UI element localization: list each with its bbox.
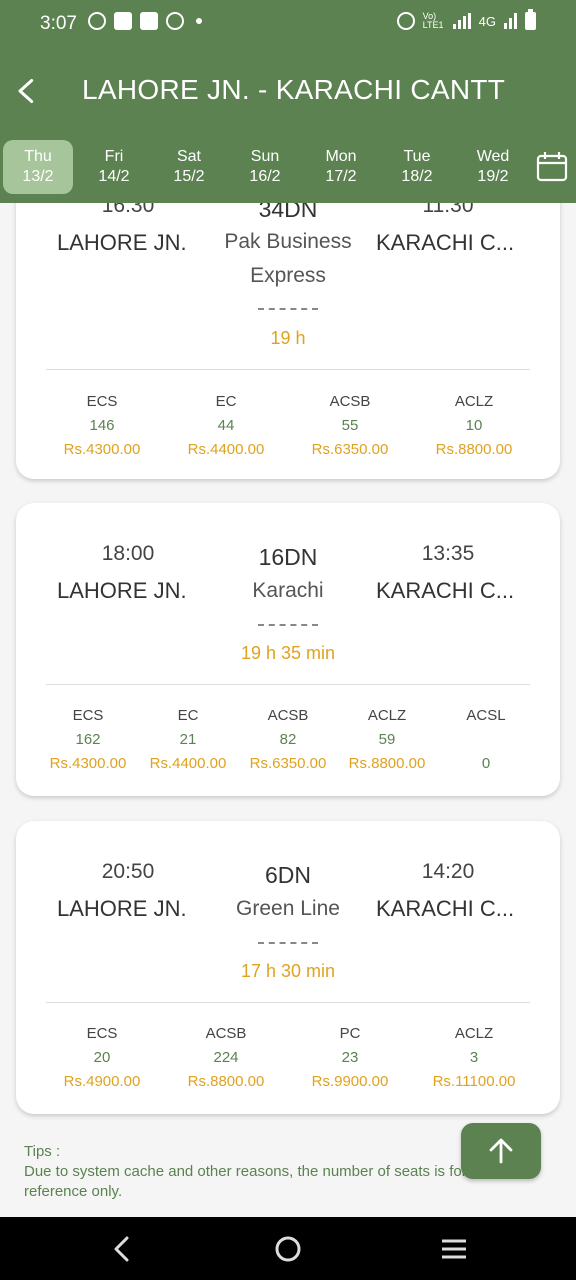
timer-icon [166, 12, 184, 30]
card-divider [46, 1002, 530, 1003]
nav-recents-icon[interactable] [436, 1231, 472, 1267]
from-station: LAHORE JN. [57, 578, 187, 603]
calendar-icon[interactable] [535, 150, 569, 184]
duration: 17 h 30 min [240, 961, 336, 981]
nav-home-icon[interactable] [270, 1231, 306, 1267]
fare-class[interactable]: ECS 146 Rs.4300.00 [47, 390, 157, 462]
day-tab-thu[interactable]: Thu 13/2 [3, 140, 73, 194]
card-divider [46, 369, 530, 370]
day-tab-sat[interactable]: Sat 15/2 [154, 140, 224, 194]
scroll-to-top-button[interactable] [461, 1123, 541, 1179]
signal-2-icon [504, 13, 517, 29]
alarm-icon [396, 12, 415, 30]
volte-label: Vo) LTE1 [422, 11, 444, 30]
battery-icon [525, 9, 536, 30]
fare-class[interactable]: ACSB 55 Rs.6350.00 [295, 390, 405, 462]
train-card[interactable]: 18:00 16DN 13:35 LAHORE JN. Karachi KARA… [16, 503, 560, 796]
fare-class[interactable]: ACSB 82 Rs.6350.00 [233, 704, 343, 776]
back-arrow-icon [18, 78, 34, 104]
nav-back-icon[interactable] [104, 1231, 140, 1267]
page-title: LAHORE JN. - KARACHI CANTT [82, 74, 506, 105]
fare-class[interactable]: ECS 20 Rs.4900.00 [47, 1022, 157, 1094]
camera-icon [140, 12, 158, 30]
fare-class[interactable]: ACSB 224 Rs.8800.00 [171, 1022, 281, 1094]
network-type: 4G [478, 13, 496, 29]
tips-section: Tips : Due to system cache and other rea… [24, 1142, 484, 1202]
fare-class[interactable]: ECS 162 Rs.4300.00 [33, 704, 143, 776]
tips-title: Tips : [24, 1143, 61, 1160]
train-card[interactable]: 16:30 34DN 11:30 LAHORE JN. Pak Business… [16, 203, 560, 479]
fare-class[interactable]: PC 23 Rs.9900.00 [295, 1022, 405, 1094]
arrive-time: 13:35 [421, 542, 475, 565]
duration: 19 h 35 min [240, 643, 336, 663]
back-button[interactable] [8, 72, 48, 112]
day-tab-tue[interactable]: Tue 18/2 [382, 140, 452, 194]
fare-class[interactable]: EC 44 Rs.4400.00 [171, 390, 281, 462]
duration: 19 h [270, 328, 306, 348]
fare-class[interactable]: ACLZ 3 Rs.11100.00 [419, 1022, 529, 1094]
day-tab-mon[interactable]: Mon 17/2 [306, 140, 376, 194]
arrow-up-icon [489, 1138, 513, 1164]
tips-text: Due to system cache and other reasons, t… [24, 1163, 467, 1200]
youtube-icon [114, 12, 132, 30]
signal-icon [452, 13, 471, 29]
to-station: KARACHI C... [376, 230, 515, 255]
train-name: Green Line [236, 897, 340, 920]
day-tab-wed[interactable]: Wed 19/2 [458, 140, 528, 194]
status-time: 3:07 [40, 13, 77, 34]
arrive-time: 14:20 [421, 860, 475, 883]
system-nav-bar [0, 1217, 576, 1280]
train-list[interactable]: 16:30 34DN 11:30 LAHORE JN. Pak Business… [0, 203, 576, 1217]
card-divider [46, 684, 530, 685]
status-bar: 3:07 Vo) LTE1 4G [0, 0, 576, 50]
arrive-time: 11:30 [422, 203, 474, 217]
fare-class[interactable]: ACSL 0 [431, 704, 541, 776]
to-station: KARACHI C... [376, 578, 515, 603]
date-selector: Thu 13/2 Fri 14/2 Sat 15/2 Sun 16/2 Mon 17/2 … [0, 138, 576, 196]
app-header: 3:07 Vo) LTE1 4G LAHORE JN. - KARACHI CA… [0, 0, 576, 203]
fare-class[interactable]: ACLZ 59 Rs.8800.00 [332, 704, 442, 776]
train-name: Pak Business Express [224, 230, 352, 287]
train-name: Karachi [252, 579, 324, 602]
route-divider [258, 624, 318, 626]
day-tab-sun[interactable]: Sun 16/2 [230, 140, 300, 194]
to-station: KARACHI C... [376, 896, 515, 921]
from-station: LAHORE JN. [57, 896, 187, 921]
route-divider [258, 308, 318, 310]
from-station: LAHORE JN. [57, 230, 187, 255]
toolbar: LAHORE JN. - KARACHI CANTT [0, 60, 576, 120]
fare-class[interactable]: EC 21 Rs.4400.00 [133, 704, 243, 776]
fare-class[interactable]: ACLZ 10 Rs.8800.00 [419, 390, 529, 462]
notification-dot-icon [196, 18, 202, 24]
route-divider [258, 942, 318, 944]
day-tab-fri[interactable]: Fri 14/2 [79, 140, 149, 194]
whatsapp-icon [88, 12, 106, 30]
train-card[interactable]: 20:50 6DN 14:20 LAHORE JN. Green Line KA… [16, 821, 560, 1114]
